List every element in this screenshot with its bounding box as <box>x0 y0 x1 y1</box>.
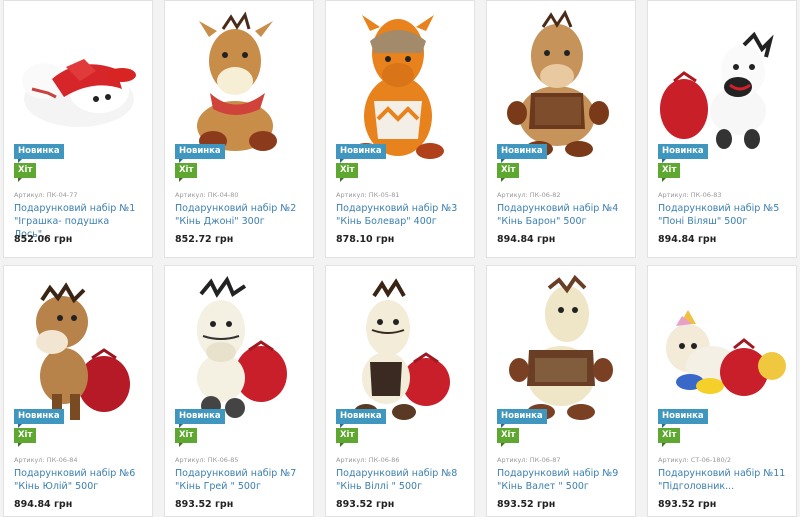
new-badge: Новинка <box>14 409 64 428</box>
product-card[interactable]: Новинка Хіт Артикул: ПК-06-87 Подарунков… <box>486 265 636 517</box>
product-card[interactable]: Новинка Хіт Артикул: ПК-04-80 Подарунков… <box>164 0 314 258</box>
product-sku: Артикул: ПК-06-82 <box>497 191 561 199</box>
product-sku: Артикул: ПК-06-84 <box>14 456 78 464</box>
product-price: 894.84 грн <box>658 234 717 245</box>
product-name-link[interactable]: Подарунковий набір №5 "Поні Віляш" 500г <box>658 202 790 228</box>
new-badge: Новинка <box>497 144 547 163</box>
product-sku: Артикул: ПК-04-77 <box>14 191 78 199</box>
hit-badge: Хіт <box>658 163 681 182</box>
product-card[interactable]: Новинка Хіт Артикул: ПК-06-84 Подарунков… <box>3 265 153 517</box>
product-name-link[interactable]: Подарунковий набір №2 "Кінь Джоні" 300г <box>175 202 307 228</box>
product-image-horse-willy[interactable] <box>326 266 474 424</box>
product-sku: Артикул: ПК-05-81 <box>336 191 400 199</box>
product-image-horse-grey[interactable] <box>165 266 313 424</box>
product-sku: Артикул: ПК-06-83 <box>658 191 722 199</box>
product-image-pony-vilyash[interactable] <box>648 1 796 159</box>
product-name-link[interactable]: Подарунковий набір №7 "Кінь Грей " 500г <box>175 467 307 493</box>
new-badge: Новинка <box>658 409 708 428</box>
product-image-unicorn-headrest[interactable] <box>648 266 796 424</box>
product-price: 852.72 грн <box>175 234 234 245</box>
product-card[interactable]: Новинка Хіт Артикул: СТ-06-180/2 Подарун… <box>647 265 797 517</box>
product-sku: Артикул: ПК-06-87 <box>497 456 561 464</box>
hit-badge: Хіт <box>14 428 37 447</box>
product-name-link[interactable]: Подарунковий набір №9 "Кінь Валет " 500г <box>497 467 629 493</box>
product-sku: Артикул: ПК-06-85 <box>175 456 239 464</box>
product-name-link[interactable]: Подарунковий набір №4 "Кінь Барон" 500г <box>497 202 629 228</box>
hit-badge: Хіт <box>14 163 37 182</box>
product-image-moose[interactable] <box>4 1 152 159</box>
product-image-horse-baron[interactable] <box>487 1 635 159</box>
new-badge: Новинка <box>175 409 225 428</box>
hit-badge: Хіт <box>497 428 520 447</box>
hit-badge: Хіт <box>336 428 359 447</box>
product-price: 894.84 грн <box>497 234 556 245</box>
product-price: 893.52 грн <box>658 499 717 510</box>
product-image-horse-valet[interactable] <box>487 266 635 424</box>
new-badge: Новинка <box>658 144 708 163</box>
new-badge: Новинка <box>336 144 386 163</box>
product-image-horse-johnny[interactable] <box>165 1 313 159</box>
hit-badge: Хіт <box>175 428 198 447</box>
product-price: 852.06 грн <box>14 234 73 245</box>
product-grid: Новинка Хіт Артикул: ПК-04-77 Подарунков… <box>3 0 800 517</box>
new-badge: Новинка <box>497 409 547 428</box>
product-card[interactable]: Новинка Хіт Артикул: ПК-06-83 Подарунков… <box>647 0 797 258</box>
hit-badge: Хіт <box>497 163 520 182</box>
product-sku: Артикул: ПК-04-80 <box>175 191 239 199</box>
product-card[interactable]: Новинка Хіт Артикул: ПК-05-81 Подарунков… <box>325 0 475 258</box>
product-price: 893.52 грн <box>175 499 234 510</box>
product-card[interactable]: Новинка Хіт Артикул: ПК-06-82 Подарунков… <box>486 0 636 258</box>
hit-badge: Хіт <box>175 163 198 182</box>
product-price: 893.52 грн <box>336 499 395 510</box>
product-card[interactable]: Новинка Хіт Артикул: ПК-06-86 Подарунков… <box>325 265 475 517</box>
new-badge: Новинка <box>14 144 64 163</box>
new-badge: Новинка <box>336 409 386 428</box>
product-name-link[interactable]: Подарунковий набір №6 "Кінь Юлій" 500г <box>14 467 146 493</box>
product-price: 878.10 грн <box>336 234 395 245</box>
product-price: 893.52 грн <box>497 499 556 510</box>
new-badge: Новинка <box>175 144 225 163</box>
product-card[interactable]: Новинка Хіт Артикул: ПК-06-85 Подарунков… <box>164 265 314 517</box>
product-price: 894.84 грн <box>14 499 73 510</box>
product-sku: Артикул: СТ-06-180/2 <box>658 456 731 464</box>
product-image-horse-bolevar[interactable] <box>326 1 474 159</box>
product-image-horse-yuliy[interactable] <box>4 266 152 424</box>
product-name-link[interactable]: Подарунковий набір №3 "Кінь Болевар" 400… <box>336 202 468 228</box>
hit-badge: Хіт <box>336 163 359 182</box>
product-sku: Артикул: ПК-06-86 <box>336 456 400 464</box>
product-name-link[interactable]: Подарунковий набір №8 "Кінь Віллі " 500г <box>336 467 468 493</box>
product-card[interactable]: Новинка Хіт Артикул: ПК-04-77 Подарунков… <box>3 0 153 258</box>
product-name-link[interactable]: Подарунковий набір №11 "Підголовник... <box>658 467 790 493</box>
hit-badge: Хіт <box>658 428 681 447</box>
